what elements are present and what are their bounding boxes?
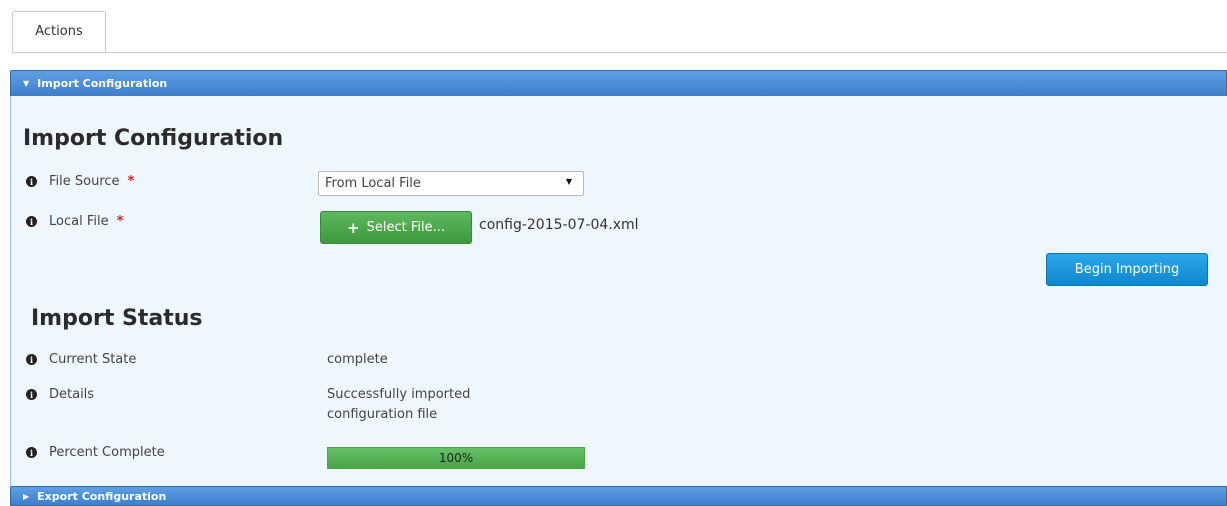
info-icon[interactable]: i (26, 354, 37, 365)
begin-importing-button[interactable]: Begin Importing (1046, 253, 1208, 286)
info-icon[interactable]: i (26, 389, 37, 400)
info-icon[interactable]: i (26, 176, 37, 187)
current-state-label-text: Current State (49, 352, 137, 367)
tab-bar: Actions (0, 0, 1227, 53)
export-configuration-section-header[interactable]: ▶ Export Configuration (10, 486, 1227, 506)
file-source-label-text: File Source (49, 174, 120, 189)
dropdown-arrow-icon: ▼ (565, 177, 572, 186)
selected-file-name: config-2015-07-04.xml (479, 217, 639, 233)
file-source-label: i File Source * (26, 174, 134, 189)
tab-bar-divider (12, 52, 1227, 53)
info-icon[interactable]: i (26, 447, 37, 458)
progress-text: 100% (438, 451, 474, 465)
percent-complete-progress-bar: 100% (327, 447, 585, 469)
select-file-button-label: Select File... (366, 220, 445, 235)
select-file-button[interactable]: + Select File... (320, 211, 472, 244)
current-state-value: complete (327, 352, 388, 367)
details-value-line1: Successfully imported (327, 387, 471, 402)
plus-icon: + (347, 218, 360, 237)
percent-complete-label: i Percent Complete (26, 445, 165, 460)
section-title: Import Configuration (37, 77, 168, 90)
import-configuration-title: Import Configuration (23, 126, 284, 151)
details-label-text: Details (49, 387, 95, 402)
caret-down-icon: ▼ (23, 79, 30, 88)
tab-actions[interactable]: Actions (12, 11, 106, 52)
local-file-label: i Local File * (26, 214, 123, 229)
caret-right-icon: ▶ (23, 491, 30, 501)
details-value-line2: configuration file (327, 407, 438, 422)
required-marker: * (127, 174, 135, 189)
percent-complete-label-text: Percent Complete (49, 445, 165, 460)
info-icon[interactable]: i (26, 216, 37, 227)
local-file-label-text: Local File (49, 214, 109, 229)
file-source-selected-value: From Local File (325, 176, 421, 191)
required-marker: * (116, 214, 124, 229)
section-title: Export Configuration (37, 489, 167, 503)
current-state-label: i Current State (26, 352, 136, 367)
import-status-title: Import Status (31, 306, 203, 331)
details-label: i Details (26, 387, 94, 402)
import-configuration-panel (10, 96, 1227, 486)
file-source-select[interactable]: From Local File ▼ (318, 171, 584, 196)
details-value: Successfully imported configuration file (327, 385, 470, 425)
import-configuration-section-header[interactable]: ▼ Import Configuration (10, 70, 1227, 97)
